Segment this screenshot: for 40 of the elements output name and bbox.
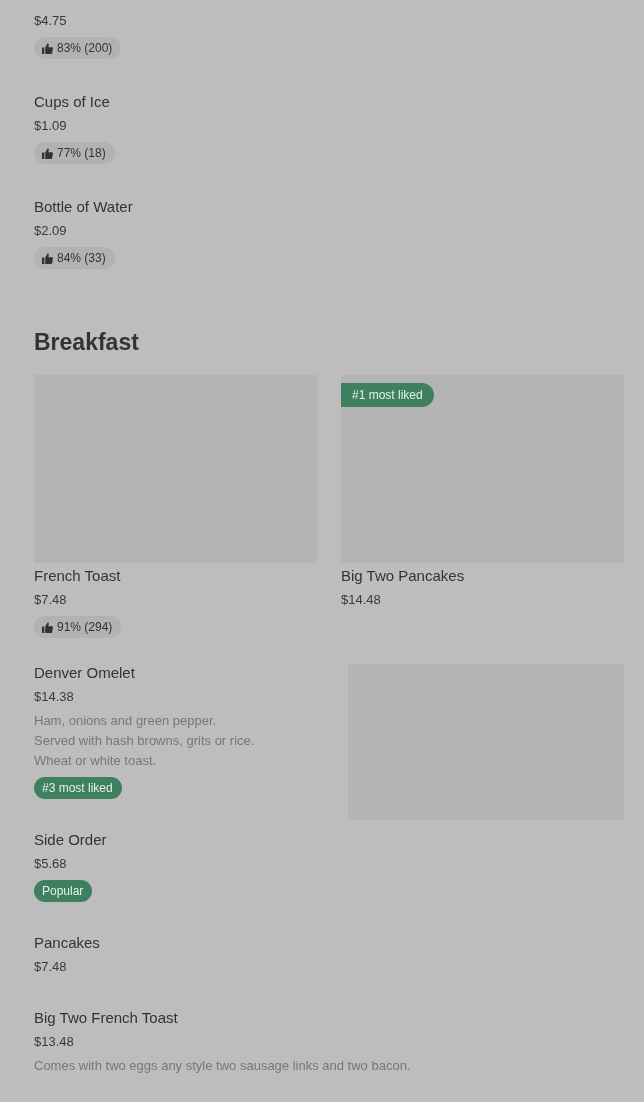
menu-item[interactable]: Side Order $5.68 Popular (34, 829, 107, 932)
item-price: $14.48 (341, 591, 381, 609)
thumbs-up-icon (42, 147, 53, 159)
item-name: French Toast (34, 566, 121, 586)
item-price: $7.48 (34, 958, 67, 976)
rating-badge: 77% (18) (34, 142, 115, 164)
rating-badge: 83% (200) (34, 37, 122, 59)
item-price: $13.48 (34, 1033, 74, 1051)
menu-item[interactable]: Cups of Ice $1.09 77% (18) (34, 91, 624, 196)
rank-badge: #1 most liked (341, 383, 434, 407)
menu-item[interactable]: Big Two French Toast $13.48 Comes with two eggs any style two sausage links and two bacon. (34, 1007, 411, 1102)
item-description: Comes with two eggs any style two sausage links and two bacon. (34, 1057, 411, 1075)
item-price: $5.68 (34, 855, 67, 873)
menu-item[interactable]: Pancakes $7.48 (34, 932, 100, 1007)
menu-card[interactable]: French Toast $7.48 91% (294) (34, 375, 317, 638)
menu-card[interactable]: #1 most liked Big Two Pancakes $14.48 (341, 375, 624, 638)
section-heading: Breakfast (34, 328, 140, 357)
menu-item[interactable]: $4.75 83% (200) (34, 8, 624, 91)
item-price: $14.38 (34, 688, 74, 706)
item-name: Cups of Ice (34, 92, 110, 112)
item-name: Pancakes (34, 933, 100, 953)
item-name: Bottle of Water (34, 197, 133, 217)
rating-badge: 84% (33) (34, 247, 115, 269)
rank-badge: Popular (34, 880, 93, 902)
menu-item[interactable]: Bottle of Water $2.09 84% (33) (34, 196, 624, 301)
thumbs-up-icon (42, 42, 53, 54)
rank-badge: #3 most liked (34, 777, 122, 799)
item-price: $7.48 (34, 591, 67, 609)
item-description: Ham, onions and green pepper. Served with hash browns, grits or rice. Wheat or white toast. (34, 712, 255, 770)
rating-badge: 91% (294) (34, 616, 122, 638)
item-name: Side Order (34, 830, 107, 850)
item-price: $1.09 (34, 117, 67, 135)
item-price: $4.75 (34, 12, 67, 30)
menu-item[interactable]: Denver Omelet $14.38 Ham, onions and green pepper. Served with hash browns, grits or rice. Wheat or white toast. #3 most liked (34, 662, 255, 829)
item-price: $2.09 (34, 222, 67, 240)
item-name: Big Two French Toast (34, 1008, 178, 1028)
item-name: Denver Omelet (34, 663, 135, 683)
item-name: Big Two Pancakes (341, 566, 465, 586)
thumbs-up-icon (42, 621, 53, 633)
thumbs-up-icon (42, 252, 53, 264)
